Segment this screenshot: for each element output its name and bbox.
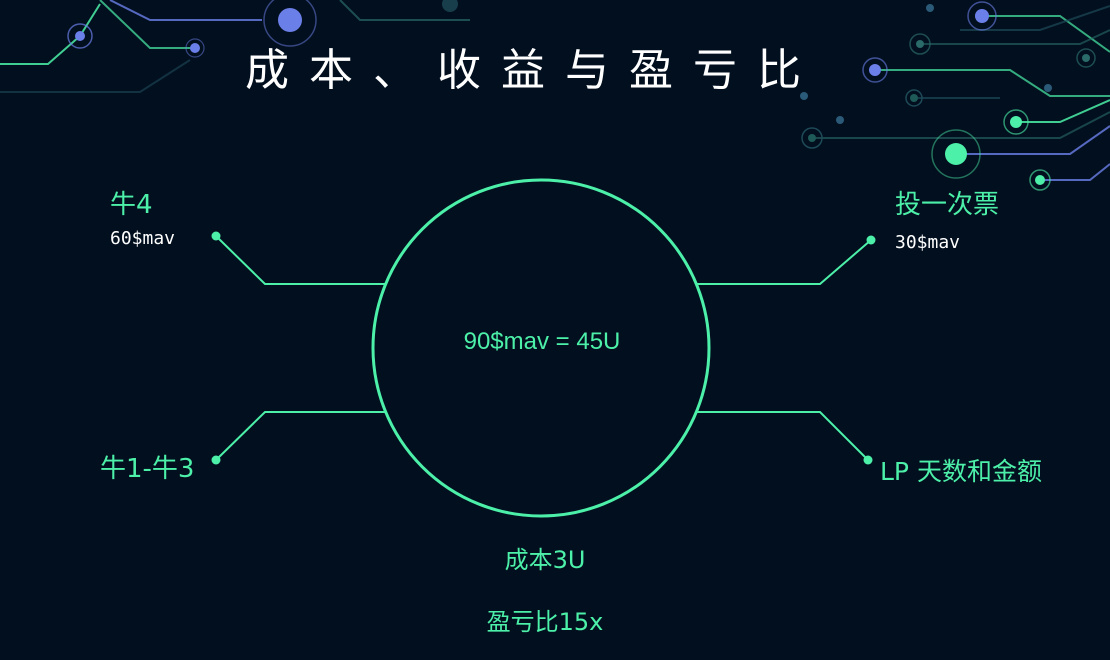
node-bottom-left-label: 牛1-牛3 xyxy=(100,454,195,484)
slide-title: 成本、收益与盈亏比 xyxy=(245,45,821,96)
connector-top-right xyxy=(696,239,872,285)
connector-bottom-right xyxy=(696,411,869,461)
node-top-right-label: 投一次票 xyxy=(895,190,1000,220)
node-dot-bottom-left xyxy=(211,455,221,465)
node-dot-top-right xyxy=(866,235,876,245)
node-dot-top-left xyxy=(211,231,221,241)
footer-ratio: 盈亏比15x xyxy=(486,608,604,636)
center-label: 90$mav = 45U xyxy=(463,328,621,355)
node-top-left-label: 牛4 xyxy=(110,190,153,220)
footer-cost: 成本3U xyxy=(504,546,586,574)
node-bottom-right-label: LP 天数和金额 xyxy=(880,457,1042,486)
node-top-left-sub: 60$mav xyxy=(110,228,176,249)
slide: 成本、收益与盈亏比 90$mav = 45U 牛4 60$mav 投一次票 30… xyxy=(0,0,1110,660)
node-dot-bottom-right xyxy=(863,455,873,465)
connector-top-left xyxy=(215,235,386,285)
connector-bottom-left xyxy=(215,411,386,461)
node-top-right-sub: 30$mav xyxy=(895,232,961,253)
